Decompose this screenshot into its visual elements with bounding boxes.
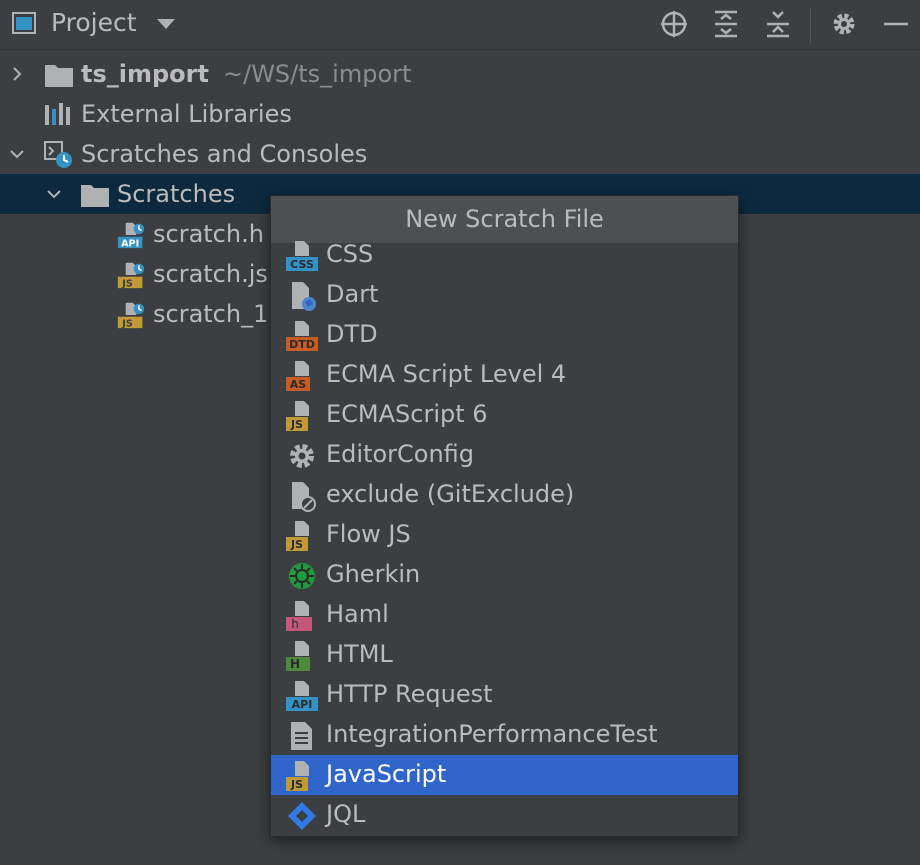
javascript-file-icon: JS bbox=[286, 761, 309, 791]
scratch-file-name: scratch.h bbox=[153, 220, 264, 248]
folder-icon bbox=[45, 65, 73, 87]
svg-text:H: H bbox=[290, 657, 300, 671]
http-request-file-icon: API bbox=[286, 681, 318, 711]
scratch-file-name: scratch_1 bbox=[153, 300, 269, 328]
popup-item-label: Flow JS bbox=[326, 520, 411, 548]
new-scratch-file-popup: New Scratch File CSS CSS Dart DTD DTD AS… bbox=[270, 195, 739, 837]
javascript-file-icon: JS bbox=[286, 401, 309, 431]
project-path: ~/WS/ts_import bbox=[223, 60, 412, 88]
tree-row-scratches-and-consoles[interactable]: Scratches and Consoles bbox=[0, 134, 920, 174]
svg-text:JS: JS bbox=[290, 538, 303, 551]
popup-item-ecmascript-6[interactable]: JS ECMAScript 6 bbox=[271, 395, 738, 435]
popup-item-label: Dart bbox=[326, 280, 379, 308]
scratches-and-consoles-label: Scratches and Consoles bbox=[81, 140, 368, 168]
actionscript-file-icon: AS bbox=[286, 361, 310, 391]
locate-icon[interactable] bbox=[658, 8, 690, 40]
popup-item-label: EditorConfig bbox=[326, 440, 475, 468]
chevron-down-icon[interactable] bbox=[46, 186, 62, 202]
chevron-down-icon[interactable] bbox=[9, 146, 25, 162]
jira-diamond-icon bbox=[288, 802, 316, 830]
folder-icon bbox=[81, 185, 109, 207]
popup-item-label: HTTP Request bbox=[326, 680, 493, 708]
popup-item-label: JQL bbox=[326, 800, 366, 828]
project-view-title[interactable]: Project bbox=[51, 8, 137, 37]
library-icon bbox=[45, 103, 70, 125]
chevron-down-icon[interactable] bbox=[157, 19, 175, 29]
haml-file-icon: h bbox=[286, 601, 312, 631]
popup-item-label: DTD bbox=[326, 320, 378, 348]
tree-row-external-libraries[interactable]: External Libraries bbox=[0, 94, 920, 134]
hide-icon[interactable] bbox=[880, 8, 912, 40]
popup-item-label: Haml bbox=[326, 600, 389, 628]
project-toolbar: Project bbox=[0, 0, 920, 50]
gear-icon bbox=[290, 444, 314, 468]
dart-file-icon bbox=[292, 282, 316, 311]
javascript-file-icon: JS bbox=[286, 521, 309, 551]
popup-item-css[interactable]: CSS CSS bbox=[271, 235, 738, 275]
popup-item-http-request[interactable]: API HTTP Request bbox=[271, 675, 738, 715]
svg-text:API: API bbox=[292, 698, 313, 711]
popup-item-label: IntegrationPerformanceTest bbox=[326, 720, 658, 748]
text-file-icon bbox=[291, 722, 312, 750]
scratches-consoles-icon bbox=[44, 141, 72, 168]
svg-text:CSS: CSS bbox=[290, 258, 314, 271]
popup-item-label: JavaScript bbox=[326, 760, 447, 788]
settings-icon[interactable] bbox=[828, 8, 860, 40]
svg-text:API: API bbox=[121, 238, 139, 249]
svg-text:h: h bbox=[291, 617, 299, 631]
popup-item-label: exclude (GitExclude) bbox=[326, 480, 575, 508]
svg-text:DTD: DTD bbox=[289, 338, 315, 351]
popup-item-gitexclude[interactable]: exclude (GitExclude) bbox=[271, 475, 738, 515]
chevron-right-icon[interactable] bbox=[9, 66, 25, 82]
javascript-file-icon: JS bbox=[117, 262, 145, 289]
popup-item-jql[interactable]: JQL bbox=[271, 795, 738, 835]
ignore-file-icon bbox=[292, 482, 316, 512]
popup-item-integrationperformancetest[interactable]: IntegrationPerformanceTest bbox=[271, 715, 738, 755]
html-file-icon: H bbox=[286, 641, 310, 671]
popup-item-javascript[interactable]: JS JavaScript bbox=[271, 755, 738, 795]
scratch-file-name: scratch.js bbox=[153, 260, 268, 288]
svg-text:JS: JS bbox=[290, 418, 303, 431]
popup-item-dtd[interactable]: DTD DTD bbox=[271, 315, 738, 355]
cucumber-icon bbox=[289, 563, 315, 589]
project-view-icon bbox=[12, 12, 36, 34]
svg-text:JS: JS bbox=[290, 778, 303, 791]
dtd-file-icon: DTD bbox=[286, 321, 318, 351]
tree-row-project-root[interactable]: ts_import ~/WS/ts_import bbox=[0, 54, 920, 94]
external-libraries-label: External Libraries bbox=[81, 100, 292, 128]
popup-item-haml[interactable]: h Haml bbox=[271, 595, 738, 635]
popup-item-ecma-script-level-4[interactable]: AS ECMA Script Level 4 bbox=[271, 355, 738, 395]
popup-item-label: ECMAScript 6 bbox=[326, 400, 488, 428]
http-request-file-icon: API bbox=[117, 222, 145, 249]
collapse-all-icon[interactable] bbox=[762, 8, 794, 40]
popup-item-dart[interactable]: Dart bbox=[271, 275, 738, 315]
css-file-icon: CSS bbox=[286, 241, 318, 271]
javascript-file-icon: JS bbox=[117, 302, 145, 329]
scratches-folder-label: Scratches bbox=[117, 180, 236, 208]
popup-item-gherkin[interactable]: Gherkin bbox=[271, 555, 738, 595]
popup-item-html[interactable]: H HTML bbox=[271, 635, 738, 675]
project-name: ts_import bbox=[81, 60, 209, 88]
expand-all-icon[interactable] bbox=[710, 8, 742, 40]
popup-item-editorconfig[interactable]: EditorConfig bbox=[271, 435, 738, 475]
popup-item-label: ECMA Script Level 4 bbox=[326, 360, 567, 388]
svg-text:AS: AS bbox=[290, 378, 307, 391]
svg-text:JS: JS bbox=[121, 318, 133, 329]
svg-text:JS: JS bbox=[121, 278, 133, 289]
popup-item-label: HTML bbox=[326, 640, 393, 668]
popup-item-flow-js[interactable]: JS Flow JS bbox=[271, 515, 738, 555]
popup-item-label: Gherkin bbox=[326, 560, 421, 588]
popup-item-label: CSS bbox=[326, 240, 374, 268]
toolbar-separator bbox=[810, 7, 811, 43]
